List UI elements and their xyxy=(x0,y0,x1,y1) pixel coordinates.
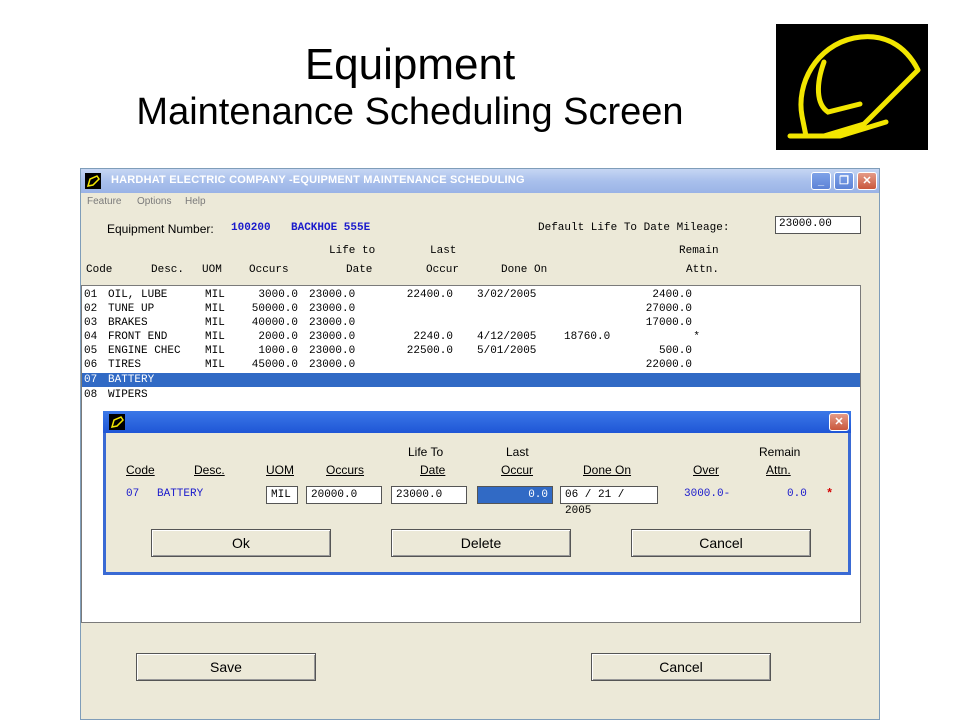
dlg-last-occur-input[interactable]: 0.0 xyxy=(477,486,553,504)
col-remain: Remain xyxy=(679,245,719,257)
dlg-col-date: Date xyxy=(420,463,446,477)
dlg-life-date-input[interactable]: 23000.0 xyxy=(391,486,467,504)
app-icon xyxy=(85,173,101,189)
dlg-col-life-to: Life To xyxy=(408,445,444,459)
restore-icon[interactable]: ❐ xyxy=(834,172,854,190)
dlg-col-over: Over xyxy=(693,463,720,477)
dlg-over-value: 3000.0- xyxy=(684,488,731,500)
dialog-close-icon[interactable]: ✕ xyxy=(829,413,849,431)
dialog-cancel-button[interactable]: Cancel xyxy=(631,529,811,557)
dialog-app-icon xyxy=(109,414,125,430)
col-attn: Attn. xyxy=(686,264,720,276)
col-occurs: Occurs xyxy=(249,264,289,276)
close-icon[interactable]: ✕ xyxy=(857,172,877,190)
list-item[interactable]: 02 TUNE UP MIL 50000.0 23000.0 27000.0 xyxy=(82,302,860,316)
list-item-selected[interactable]: 07 BATTERY xyxy=(82,373,860,387)
dlg-col-done-on: Done On xyxy=(583,463,632,477)
dlg-code-value: 07 xyxy=(126,488,140,500)
equipment-number-value: 100200 xyxy=(231,222,271,234)
dlg-col-remain: Remain xyxy=(759,445,801,459)
minimize-icon[interactable]: _ xyxy=(811,172,831,190)
col-occur: Occur xyxy=(426,264,460,276)
col-desc: Desc. xyxy=(151,264,185,276)
col-life-to: Life to xyxy=(329,245,376,257)
slide-title: Equipment Maintenance Scheduling Screen xyxy=(80,40,740,134)
menu-feature[interactable]: Feature xyxy=(87,196,121,207)
list-item[interactable]: 04 FRONT END MIL 2000.0 23000.0 2240.0 4/12/… xyxy=(82,330,860,344)
cancel-button[interactable]: Cancel xyxy=(591,653,771,681)
dlg-desc-value: BATTERY xyxy=(157,488,204,500)
equipment-number-label: Equipment Number: xyxy=(107,222,214,236)
col-uom: UOM xyxy=(202,264,222,276)
list-item[interactable]: 06 TIRES MIL 45000.0 23000.0 22000.0 xyxy=(82,358,860,372)
dlg-col-attn: Attn. xyxy=(766,463,791,477)
dlg-uom-input[interactable]: MIL xyxy=(266,486,298,504)
hardhat-logo-icon xyxy=(787,34,921,139)
slide-title-line2: Maintenance Scheduling Screen xyxy=(136,91,684,133)
window-titlebar[interactable]: HARDHAT ELECTRIC COMPANY -EQUIPMENT MAIN… xyxy=(81,169,879,193)
ok-button[interactable]: Ok xyxy=(151,529,331,557)
hardhat-logo xyxy=(776,24,928,150)
window-title: HARDHAT ELECTRIC COMPANY -EQUIPMENT MAIN… xyxy=(111,174,525,186)
dlg-occurs-input[interactable]: 20000.0 xyxy=(306,486,382,504)
dlg-flag: * xyxy=(826,487,834,501)
delete-button[interactable]: Delete xyxy=(391,529,571,557)
dlg-col-code: Code xyxy=(126,463,155,477)
dlg-col-occurs: Occurs xyxy=(326,463,365,477)
dlg-col-uom: UOM xyxy=(266,463,294,477)
dlg-col-last: Last xyxy=(506,445,529,459)
list-item[interactable]: 01 OIL, LUBE MIL 3000.0 23000.0 22400.0 3/02… xyxy=(82,288,860,302)
col-code: Code xyxy=(86,264,113,276)
col-last: Last xyxy=(430,245,457,257)
col-done-on: Done On xyxy=(501,264,548,276)
list-item[interactable]: 05 ENGINE CHEC MIL 1000.0 23000.0 22500.0 5/… xyxy=(82,344,860,358)
save-button[interactable]: Save xyxy=(136,653,316,681)
col-date: Date xyxy=(346,264,373,276)
menu-options[interactable]: Options xyxy=(137,196,171,207)
menu-help[interactable]: Help xyxy=(185,196,206,207)
dlg-done-on-input[interactable]: 06 / 21 / 2005 xyxy=(560,486,658,517)
menubar: Feature Options Help xyxy=(81,193,879,211)
dlg-col-occur: Occur xyxy=(501,463,534,477)
dlg-col-desc: Desc. xyxy=(194,463,225,477)
list-item[interactable]: 08 WIPERS xyxy=(82,388,860,402)
slide-title-line1: Equipment xyxy=(304,40,516,89)
app-window: HARDHAT ELECTRIC COMPANY -EQUIPMENT MAIN… xyxy=(80,168,880,720)
mileage-label: Default Life To Date Mileage: xyxy=(538,222,730,234)
dialog-titlebar[interactable]: ✕ xyxy=(103,411,851,433)
list-item[interactable]: 03 BRAKES MIL 40000.0 23000.0 17000.0 xyxy=(82,316,860,330)
equipment-desc-value: BACKHOE 555E xyxy=(291,222,371,234)
dlg-attn-value: 0.0 xyxy=(787,488,807,500)
edit-dialog: ✕ Life To Last Remain Code Desc. UOM Occ… xyxy=(103,411,851,575)
mileage-input[interactable]: 23000.00 xyxy=(775,216,861,234)
